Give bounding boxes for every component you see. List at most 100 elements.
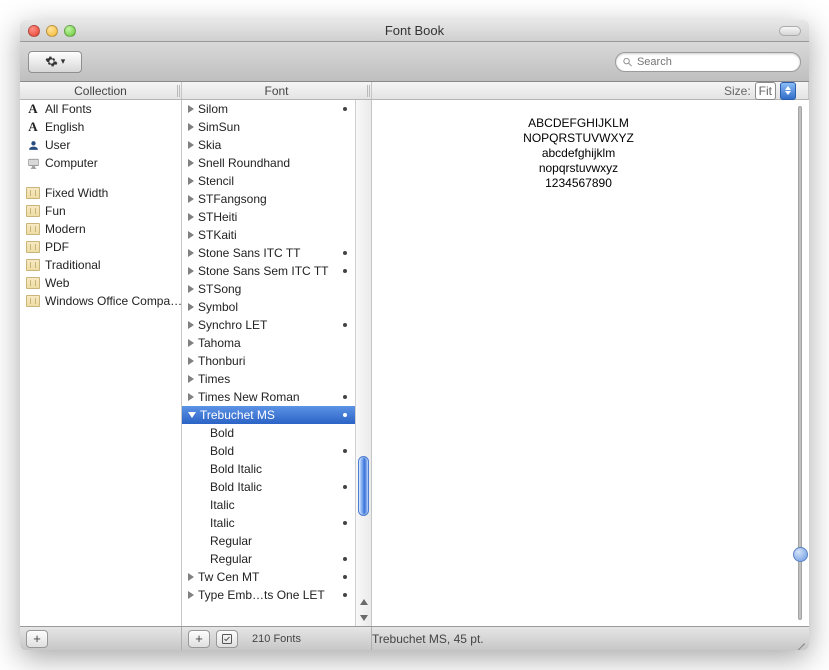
disclosure-triangle-icon[interactable] <box>188 267 194 275</box>
size-select[interactable]: Fit <box>755 82 776 100</box>
toolbar-toggle-button[interactable] <box>779 26 801 36</box>
font-style-item[interactable]: Regular <box>182 550 355 568</box>
preview-line: abcdefghijklm <box>376 146 781 161</box>
disclosure-triangle-icon[interactable] <box>188 123 194 131</box>
font-dot-indicator <box>343 323 347 327</box>
collection-label: PDF <box>45 240 69 254</box>
disclosure-triangle-icon[interactable] <box>188 375 194 383</box>
column-resize-handle[interactable] <box>175 84 181 97</box>
font-style-item[interactable]: Bold <box>182 442 355 460</box>
collection-item[interactable]: Traditional <box>20 256 181 274</box>
scroll-track[interactable] <box>356 100 371 594</box>
font-style-item[interactable]: Regular <box>182 532 355 550</box>
status-label: Trebuchet MS, 45 pt. <box>372 632 484 646</box>
font-item[interactable]: Snell Roundhand <box>182 154 355 172</box>
disclosure-triangle-icon[interactable] <box>188 321 194 329</box>
font-item[interactable]: Silom <box>182 100 355 118</box>
font-item[interactable]: Skia <box>182 136 355 154</box>
font-item[interactable]: Tw Cen MT <box>182 568 355 586</box>
collection-label: English <box>45 120 84 134</box>
font-header[interactable]: Font <box>182 82 372 99</box>
disclosure-triangle-icon[interactable] <box>188 412 196 418</box>
collection-item[interactable]: Web <box>20 274 181 292</box>
collection-item[interactable]: PDF <box>20 238 181 256</box>
font-item[interactable]: Stone Sans ITC TT <box>182 244 355 262</box>
disclosure-triangle-icon[interactable] <box>188 141 194 149</box>
font-label: Tw Cen MT <box>198 570 259 584</box>
collection-item[interactable]: User <box>20 136 181 154</box>
font-item[interactable]: Times New Roman <box>182 388 355 406</box>
disclosure-triangle-icon[interactable] <box>188 195 194 203</box>
resize-handle[interactable] <box>791 632 805 646</box>
disclosure-triangle-icon[interactable] <box>188 393 194 401</box>
action-menu-button[interactable]: ▾ <box>28 51 82 73</box>
slider-track[interactable] <box>798 106 802 620</box>
search-input[interactable] <box>637 56 794 68</box>
font-item[interactable]: Synchro LET <box>182 316 355 334</box>
disclosure-triangle-icon[interactable] <box>188 285 194 293</box>
collection-item[interactable]: Fixed Width <box>20 184 181 202</box>
add-collection-button[interactable]: + <box>26 630 48 648</box>
font-scrollbar[interactable] <box>355 100 371 626</box>
collection-item[interactable]: Fun <box>20 202 181 220</box>
disclosure-triangle-icon[interactable] <box>188 573 194 581</box>
scroll-down-arrow[interactable] <box>356 610 371 626</box>
font-style-label: Bold <box>210 426 234 440</box>
slider-knob[interactable] <box>793 547 808 562</box>
font-label: Trebuchet MS <box>200 408 275 422</box>
library-icon <box>26 186 40 200</box>
size-stepper[interactable] <box>780 82 796 100</box>
collection-header[interactable]: Collection <box>20 82 182 99</box>
disclosure-triangle-icon[interactable] <box>188 231 194 239</box>
font-group-icon: A <box>26 102 40 116</box>
zoom-button[interactable] <box>64 25 76 37</box>
scroll-thumb[interactable] <box>358 456 369 516</box>
font-style-item[interactable]: Bold Italic <box>182 460 355 478</box>
font-count-label: 210 Fonts <box>182 633 371 645</box>
font-style-item[interactable]: Bold Italic <box>182 478 355 496</box>
minimize-button[interactable] <box>46 25 58 37</box>
font-item[interactable]: Trebuchet MS <box>182 406 355 424</box>
preview-area: ABCDEFGHIJKLM NOPQRSTUVWXYZ abcdefghijkl… <box>372 100 791 626</box>
font-item[interactable]: Stencil <box>182 172 355 190</box>
size-slider[interactable] <box>791 100 809 626</box>
font-item[interactable]: Times <box>182 370 355 388</box>
preview-pane: ABCDEFGHIJKLM NOPQRSTUVWXYZ abcdefghijkl… <box>372 100 809 626</box>
font-item[interactable]: STFangsong <box>182 190 355 208</box>
font-item[interactable]: Thonburi <box>182 352 355 370</box>
disclosure-triangle-icon[interactable] <box>188 357 194 365</box>
search-field[interactable] <box>615 52 801 72</box>
font-item[interactable]: STHeiti <box>182 208 355 226</box>
font-item[interactable]: SimSun <box>182 118 355 136</box>
font-item[interactable]: Symbol <box>182 298 355 316</box>
toolbar: ▾ <box>20 42 809 82</box>
disclosure-triangle-icon[interactable] <box>188 339 194 347</box>
font-item[interactable]: STSong <box>182 280 355 298</box>
collection-item[interactable]: AAll Fonts <box>20 100 181 118</box>
font-style-item[interactable]: Italic <box>182 514 355 532</box>
disclosure-triangle-icon[interactable] <box>188 303 194 311</box>
disclosure-triangle-icon[interactable] <box>188 213 194 221</box>
close-button[interactable] <box>28 25 40 37</box>
font-item[interactable]: STKaiti <box>182 226 355 244</box>
font-group-icon: A <box>26 120 40 134</box>
collection-item[interactable]: A English <box>20 118 181 136</box>
collection-item[interactable]: Computer <box>20 154 181 172</box>
font-item[interactable]: Type Emb…ts One LET <box>182 586 355 604</box>
scroll-up-arrow[interactable] <box>356 594 371 610</box>
font-item[interactable]: Tahoma <box>182 334 355 352</box>
collection-item[interactable]: Modern <box>20 220 181 238</box>
column-resize-handle[interactable] <box>365 84 371 97</box>
font-style-item[interactable]: Bold <box>182 424 355 442</box>
disclosure-triangle-icon[interactable] <box>188 177 194 185</box>
font-label: Stencil <box>198 174 234 188</box>
disclosure-triangle-icon[interactable] <box>188 249 194 257</box>
collection-item[interactable]: Windows Office Compa… <box>20 292 181 310</box>
disclosure-triangle-icon[interactable] <box>188 591 194 599</box>
disclosure-triangle-icon[interactable] <box>188 105 194 113</box>
font-item[interactable]: Stone Sans Sem ITC TT <box>182 262 355 280</box>
disclosure-triangle-icon[interactable] <box>188 159 194 167</box>
collection-label: Traditional <box>45 258 101 272</box>
font-style-item[interactable]: Italic <box>182 496 355 514</box>
font-style-label: Regular <box>210 534 252 548</box>
